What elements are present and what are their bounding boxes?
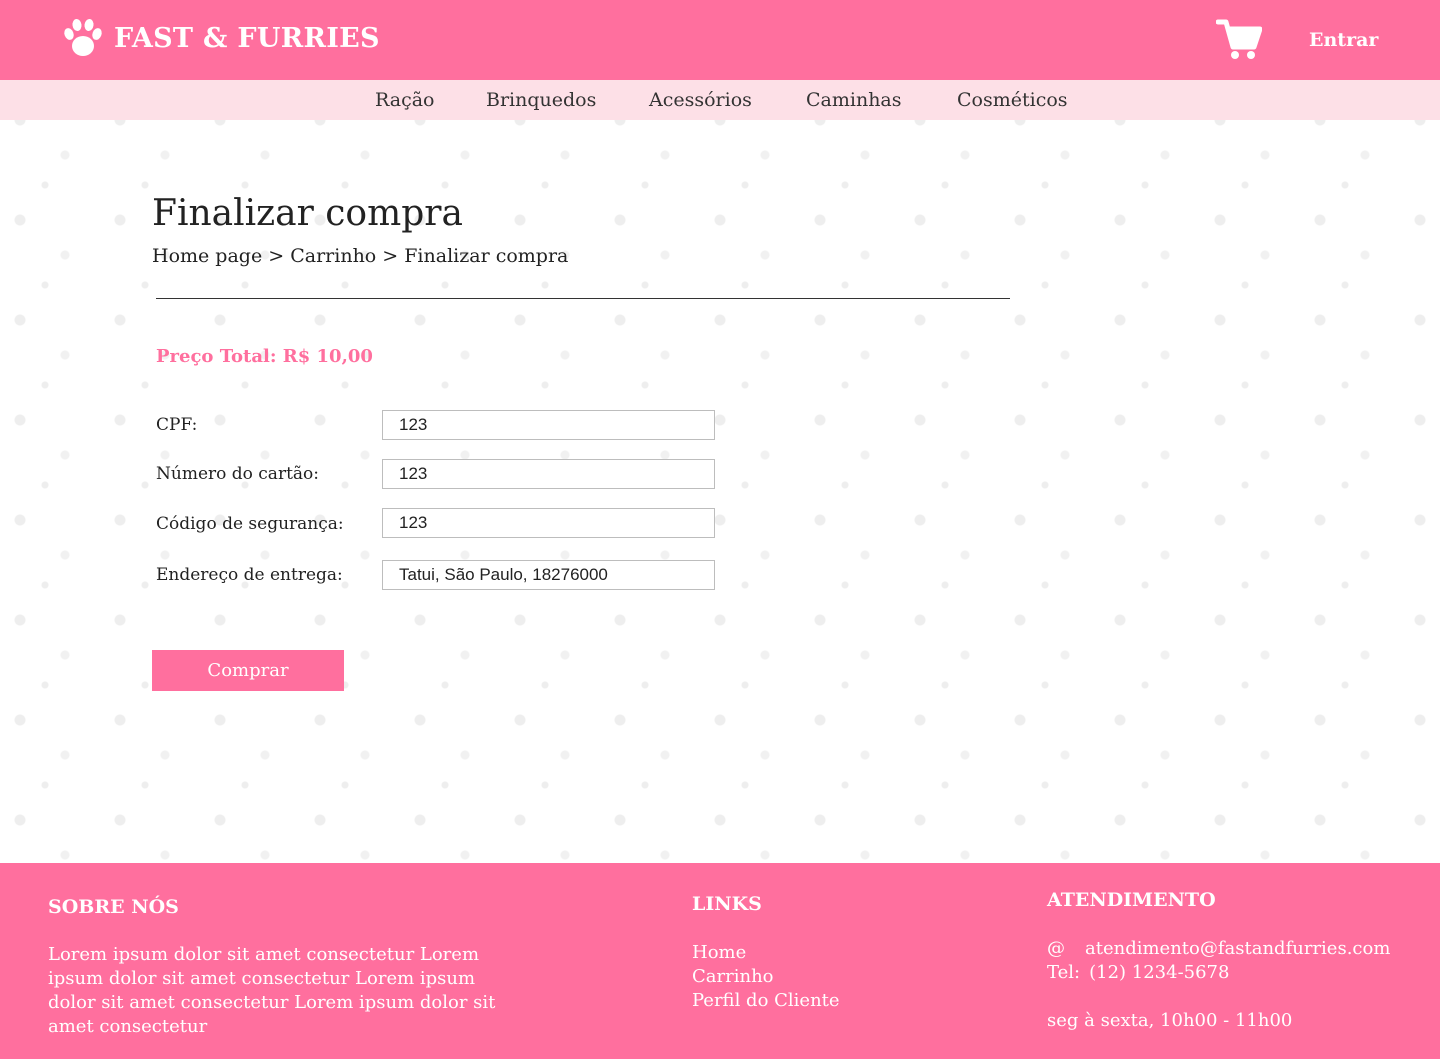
security-code-input[interactable] (382, 508, 715, 538)
about-text: Lorem ipsum dolor sit amet consectetur L… (48, 944, 496, 1037)
support-hours: seg à sexta, 10h00 - 11h00 (1047, 1010, 1293, 1031)
site-header: FAST & FURRIES Entrar (0, 0, 1440, 80)
delivery-address-input[interactable] (382, 560, 715, 590)
brand-logo[interactable]: FAST & FURRIES (60, 16, 380, 60)
delivery-address-label: Endereço de entrega: (156, 565, 343, 585)
login-link[interactable]: Entrar (1309, 29, 1378, 51)
card-number-input[interactable] (382, 459, 715, 489)
nav-item-cosmeticos[interactable]: Cosméticos (957, 89, 1068, 111)
phone-label: Tel: (1047, 962, 1081, 983)
nav-item-caminhas[interactable]: Caminhas (806, 89, 902, 111)
site-footer: SOBRE NÓS Lorem ipsum dolor sit amet con… (0, 863, 1440, 1059)
footer-link-cart[interactable]: Carrinho (692, 965, 840, 989)
support-phone-line: Tel: (12) 1234-5678 (1047, 961, 1229, 985)
support-heading: ATENDIMENTO (1047, 889, 1216, 911)
nav-item-racao[interactable]: Ração (375, 89, 434, 111)
links-heading: LINKS (692, 893, 762, 915)
support-phone: (12) 1234-5678 (1089, 962, 1230, 983)
shopping-cart-icon[interactable] (1216, 17, 1262, 61)
section-divider (156, 298, 1010, 299)
breadcrumb-current: Finalizar compra (404, 245, 569, 267)
brand-name: FAST & FURRIES (114, 22, 380, 54)
support-email-line: @ atendimento@fastandfurries.com (1047, 937, 1390, 961)
buy-button[interactable]: Comprar (152, 650, 344, 691)
card-number-label: Número do cartão: (156, 464, 320, 484)
breadcrumb-cart[interactable]: Carrinho (290, 245, 376, 267)
paw-icon (64, 19, 102, 56)
about-heading: SOBRE NÓS (48, 896, 179, 918)
cpf-input[interactable] (382, 410, 715, 440)
at-icon: @ (1047, 938, 1065, 959)
total-price: Preço Total: R$ 10,00 (156, 346, 373, 367)
footer-link-profile[interactable]: Perfil do Cliente (692, 989, 840, 1013)
nav-item-acessorios[interactable]: Acessórios (649, 89, 752, 111)
cpf-label: CPF: (156, 415, 198, 435)
support-email[interactable]: atendimento@fastandfurries.com (1085, 938, 1390, 959)
page-title: Finalizar compra (152, 193, 463, 234)
breadcrumb-separator: > (262, 245, 291, 267)
breadcrumb-home[interactable]: Home page (152, 245, 262, 267)
breadcrumb: Home page > Carrinho > Finalizar compra (152, 245, 568, 267)
footer-link-home[interactable]: Home (692, 941, 840, 965)
footer-links-list: Home Carrinho Perfil do Cliente (692, 941, 840, 1013)
breadcrumb-separator: > (376, 245, 405, 267)
nav-item-brinquedos[interactable]: Brinquedos (486, 89, 596, 111)
security-code-label: Código de segurança: (156, 514, 344, 534)
category-nav: Ração Brinquedos Acessórios Caminhas Cos… (0, 80, 1440, 120)
